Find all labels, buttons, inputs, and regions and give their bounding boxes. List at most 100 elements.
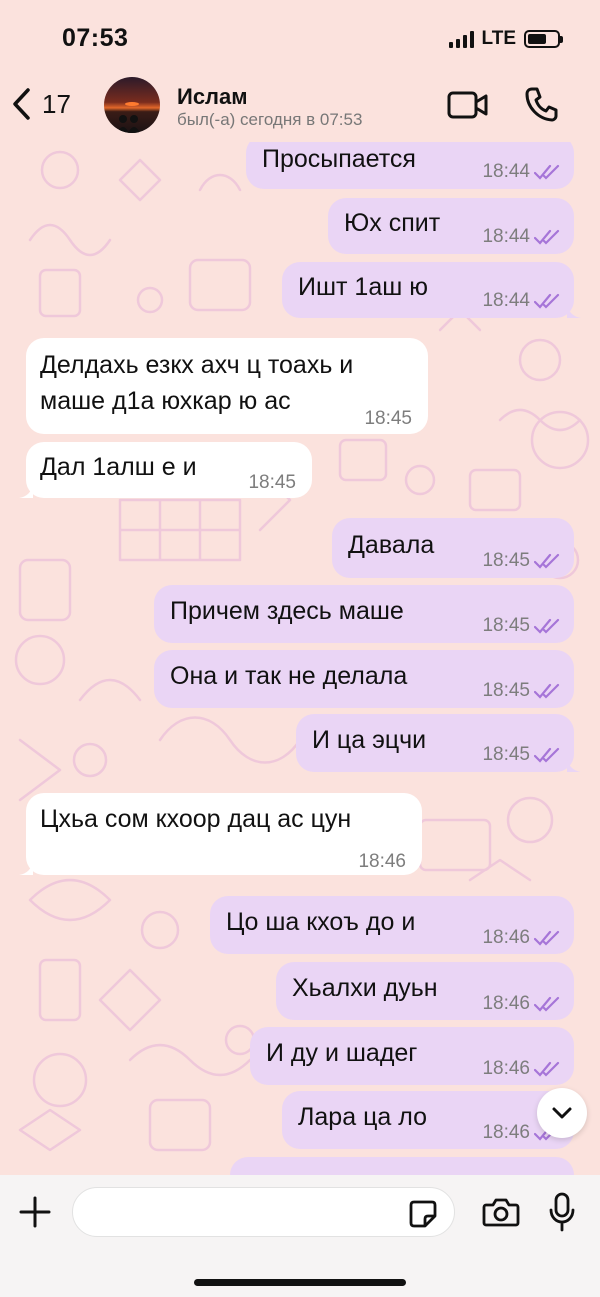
contact-name[interactable]: Ислам <box>177 84 248 110</box>
message-meta: 18:46 <box>482 1052 560 1086</box>
message-meta: 18:44 <box>482 284 560 318</box>
message-meta: 18:46 <box>358 845 406 879</box>
attach-button[interactable] <box>18 1195 52 1234</box>
message-time: 18:45 <box>364 408 412 429</box>
unread-count: 17 <box>42 88 71 119</box>
message-text: Цо ша кхоъ до и <box>226 908 416 936</box>
message-meta: 18:45 <box>482 738 560 772</box>
video-camera-icon <box>447 91 488 119</box>
message-outgoing[interactable]: И ца эцчи 18:45 <box>296 714 581 772</box>
message-meta: 18:45 <box>364 402 412 436</box>
message-text: Просыпается <box>262 145 416 173</box>
network-type: LTE <box>481 28 516 49</box>
double-check-icon <box>534 996 560 1012</box>
contact-last-seen: был(-а) сегодня в 07:53 <box>177 110 363 129</box>
message-meta: 18:44 <box>482 155 560 189</box>
message-text: Она и так не делала <box>170 662 408 690</box>
double-check-icon <box>534 1061 560 1077</box>
message-meta: 18:45 <box>482 674 560 708</box>
status-bar: 07:53 LTE <box>0 0 600 80</box>
signal-icon <box>448 30 474 48</box>
double-check-icon <box>534 553 560 569</box>
back-button[interactable]: 17 <box>10 84 71 124</box>
double-check-icon <box>534 683 560 699</box>
double-check-icon <box>534 229 560 245</box>
message-outgoing[interactable]: Она и так не делала 18:45 <box>154 650 574 708</box>
voice-message-button[interactable] <box>549 1192 575 1237</box>
double-check-icon <box>534 164 560 180</box>
double-check-icon <box>534 747 560 763</box>
chevron-left-icon <box>13 88 30 120</box>
voice-call-button[interactable] <box>524 86 558 127</box>
message-time: 18:46 <box>358 851 406 872</box>
sticker-icon <box>409 1200 437 1228</box>
message-outgoing[interactable]: Юх спит 18:44 <box>328 198 574 254</box>
message-time: 18:44 <box>482 290 530 311</box>
message-text: Лара ца ло <box>298 1103 428 1131</box>
message-text: Ишт 1аш ю <box>298 273 428 301</box>
message-composer <box>0 1175 600 1297</box>
message-outgoing[interactable]: Ишт 1аш ю 18:44 <box>282 262 581 318</box>
message-outgoing[interactable]: Давала 18:45 <box>332 518 574 578</box>
message-incoming[interactable]: Делдахь езкх ахч ц тоахь и маше д1а юхка… <box>26 338 428 434</box>
message-time: 18:45 <box>248 472 296 493</box>
message-meta: 18:45 <box>482 609 560 643</box>
avatar[interactable] <box>104 77 160 133</box>
chevron-down-icon <box>552 1107 572 1119</box>
message-text: Дал 1алш е и <box>40 453 197 481</box>
message-meta: 18:45 <box>482 544 560 578</box>
message-outgoing[interactable]: Хьалхи дуьн 18:46 <box>276 962 574 1020</box>
bubble-tail <box>567 304 581 318</box>
message-list[interactable]: Просыпается 18:44 Юх спит 18:44 Ишт 1аш … <box>0 0 600 1297</box>
double-check-icon <box>534 293 560 309</box>
message-time: 18:44 <box>482 226 530 247</box>
message-text: Цхьа сом кхоор дац ас цун <box>40 805 352 833</box>
double-check-icon <box>534 618 560 634</box>
message-outgoing[interactable]: И ду и шадег 18:46 <box>250 1027 574 1085</box>
message-text: Давала <box>348 531 435 559</box>
message-input[interactable] <box>72 1187 455 1237</box>
phone-icon <box>525 87 558 122</box>
message-meta: 18:44 <box>482 220 560 254</box>
message-time: 18:45 <box>482 615 530 636</box>
video-call-button[interactable] <box>447 90 489 125</box>
message-incoming[interactable]: Цхьа сом кхоор дац ас цун 18:46 <box>19 793 422 875</box>
message-text: И ду и шадег <box>266 1039 418 1067</box>
message-time: 18:44 <box>482 161 530 182</box>
message-time: 18:46 <box>482 1122 530 1143</box>
message-time: 18:46 <box>482 1058 530 1079</box>
message-text-line-2: маше д1а юхкар ю ас <box>40 387 291 415</box>
sticker-button[interactable] <box>408 1199 438 1234</box>
message-outgoing[interactable]: Причем здесь маше 18:45 <box>154 585 574 643</box>
plus-icon <box>19 1196 51 1228</box>
message-text: И ца эцчи <box>312 726 427 754</box>
message-time: 18:46 <box>482 927 530 948</box>
double-check-icon <box>534 930 560 946</box>
bubble-tail <box>567 758 581 772</box>
chat-header: 17 Ислам был(-а) сегодня в 07:53 <box>0 70 600 142</box>
message-incoming[interactable]: Дал 1алш е и 18:45 <box>19 442 312 500</box>
battery-level <box>528 34 547 44</box>
message-text: Юх спит <box>344 209 441 237</box>
message-text: Причем здесь маше <box>170 597 404 625</box>
bubble-tail <box>19 484 33 498</box>
home-indicator <box>194 1279 406 1286</box>
status-time: 07:53 <box>62 24 129 52</box>
microphone-icon <box>549 1192 575 1232</box>
scroll-to-bottom-button[interactable] <box>537 1088 587 1138</box>
message-outgoing[interactable]: Просыпается 18:44 <box>246 135 574 189</box>
message-text: Хьалхи дуьн <box>292 974 438 1002</box>
message-text-line-1: Делдахь езкх ахч ц тоахь и <box>40 351 354 379</box>
message-meta: 18:46 <box>482 987 560 1021</box>
message-outgoing[interactable]: Лара ца ло 18:46 <box>282 1091 574 1149</box>
message-outgoing[interactable]: Цо ша кхоъ до и 18:46 <box>210 896 574 954</box>
camera-button[interactable] <box>482 1197 520 1232</box>
message-time: 18:45 <box>482 744 530 765</box>
message-meta: 18:46 <box>482 921 560 955</box>
bubble-tail <box>19 861 33 875</box>
battery-icon <box>524 30 563 48</box>
status-indicators: LTE <box>448 28 563 50</box>
message-time: 18:45 <box>482 550 530 571</box>
message-time: 18:45 <box>482 680 530 701</box>
message-meta: 18:45 <box>248 466 296 500</box>
